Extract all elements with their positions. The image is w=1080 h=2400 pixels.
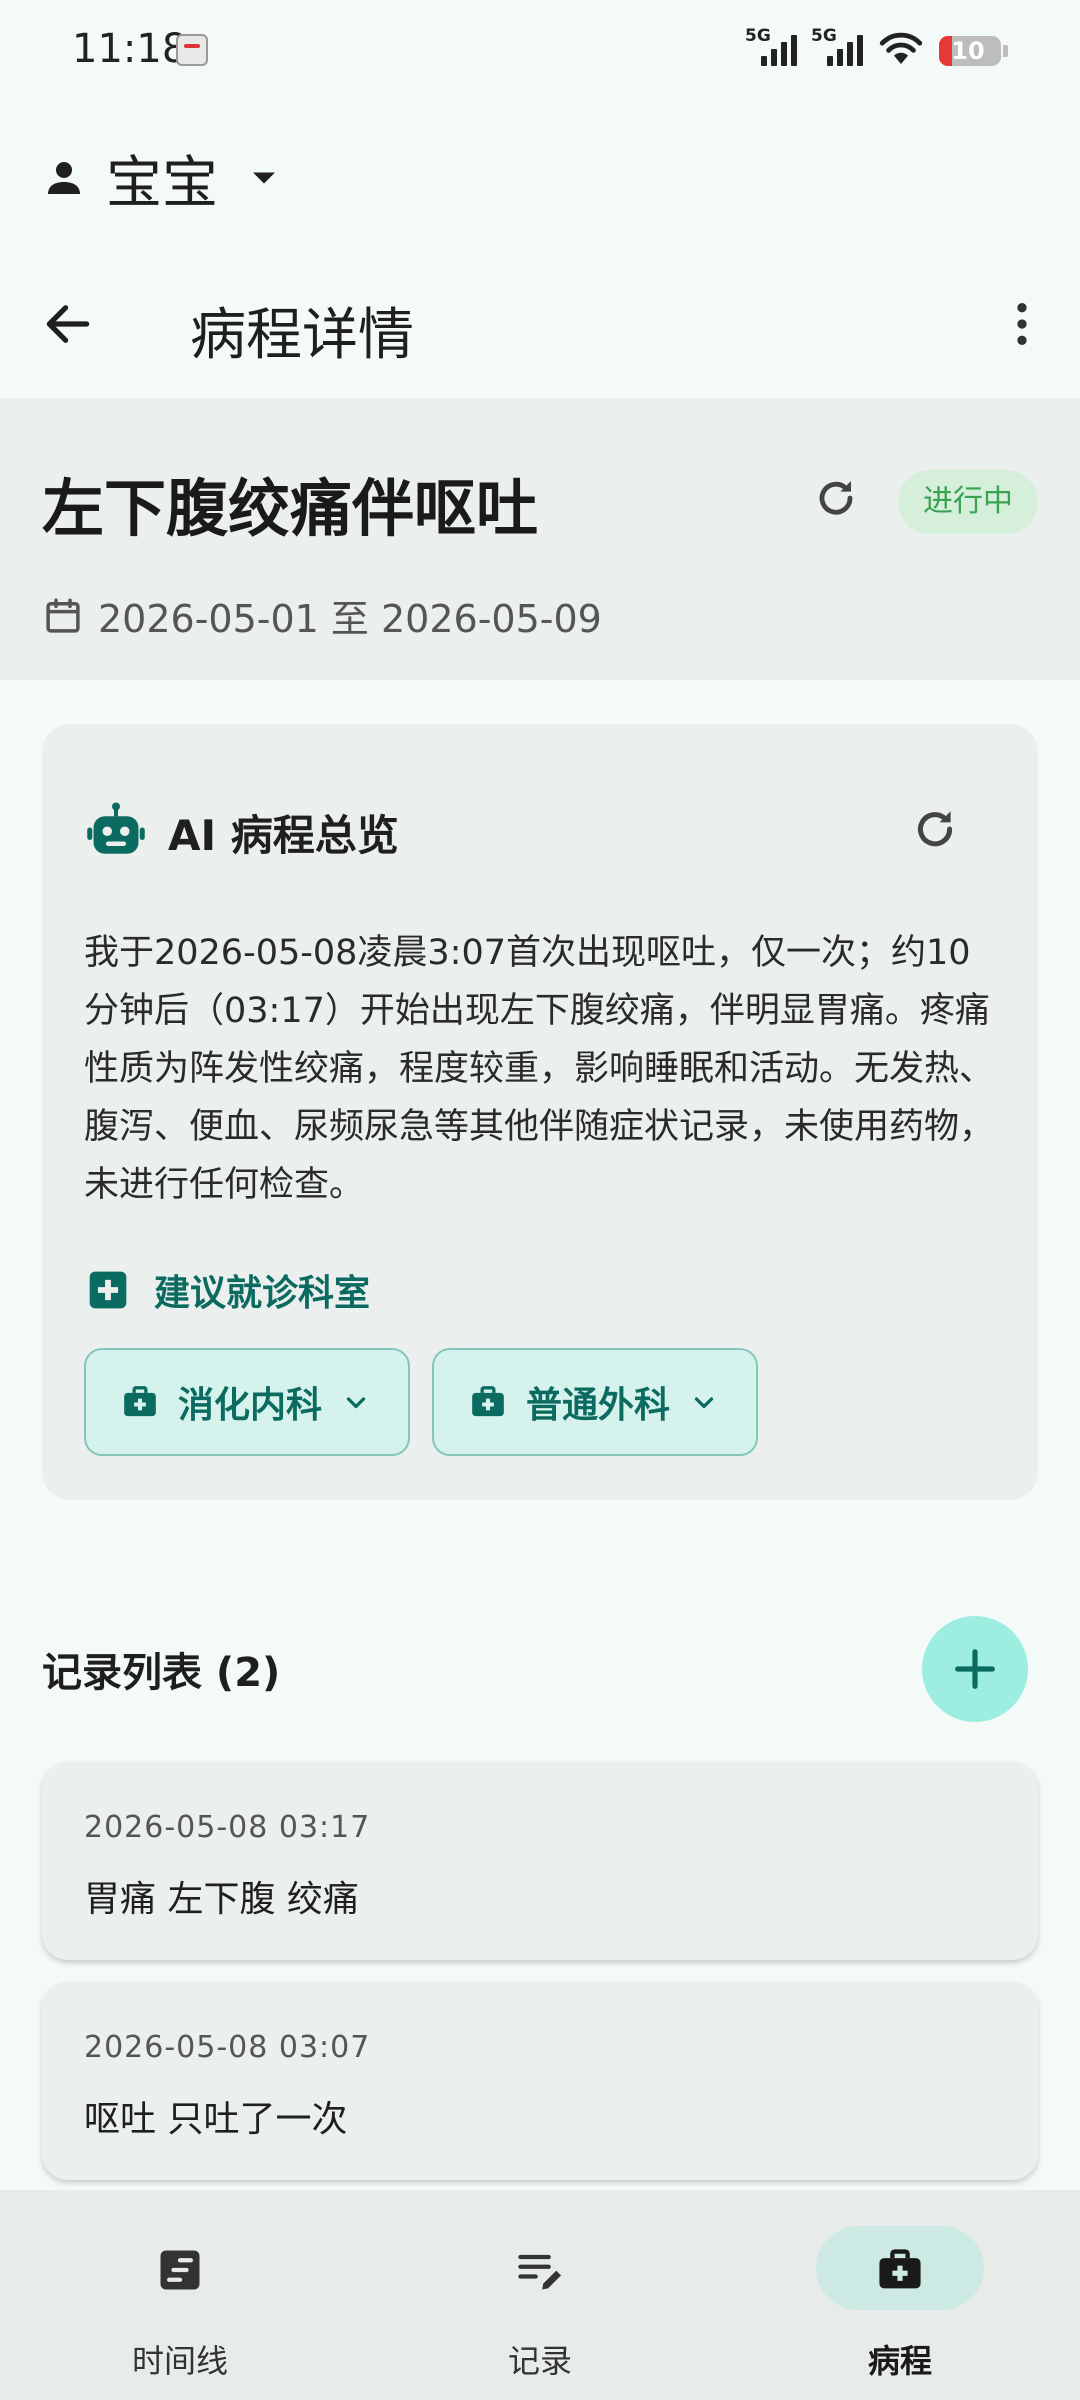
status-icons: 5G 5G 10: [745, 26, 1008, 66]
medical-bag-icon: [472, 1386, 504, 1417]
battery-tip: [1003, 45, 1008, 57]
status-time: 11:18: [72, 26, 188, 72]
robot-icon: [87, 802, 145, 854]
calendar-icon: [46, 598, 80, 633]
nav-item-episodes[interactable]: 病程: [720, 2190, 1080, 2400]
ai-overview-card: AI 病程总览 我于2026-05-08凌晨3:07首次出现呕吐，仅一次；约10…: [42, 724, 1038, 1500]
episode-title: 左下腹绞痛伴呕吐: [42, 472, 539, 545]
medical-bag-icon: [879, 2249, 921, 2289]
department-chip-gastroenterology[interactable]: 消化内科: [84, 1348, 410, 1456]
department-chips: 消化内科 普通外科: [84, 1348, 758, 1456]
nav-item-timeline[interactable]: 时间线: [0, 2190, 360, 2400]
record-card[interactable]: 2026-05-08 03:17 胃痛 左下腹 绞痛: [42, 1762, 1038, 1960]
suggested-departments-heading: 建议就诊科室: [86, 1264, 370, 1316]
refresh-icon[interactable]: [812, 474, 860, 522]
record-card[interactable]: 2026-05-08 03:07 呕吐 只吐了一次: [42, 1982, 1038, 2180]
nav-label: 时间线: [131, 2342, 228, 2380]
episode-header: 左下腹绞痛伴呕吐 进行中 2026-05-01 至 2026-05-09: [0, 398, 1080, 680]
nav-label: 记录: [507, 2342, 572, 2380]
department-label: 消化内科: [178, 1385, 323, 1426]
back-arrow-icon[interactable]: [40, 296, 96, 352]
date-range: 2026-05-01 至 2026-05-09: [42, 588, 602, 643]
ai-overview-title: AI 病程总览: [168, 811, 399, 860]
timeline-icon: [160, 2250, 200, 2290]
status-badge: 进行中: [898, 470, 1038, 534]
edit-note-icon: [518, 2254, 562, 2290]
cellular-signal-icon: 5G: [811, 26, 863, 66]
record-text: 胃痛 左下腹 绞痛: [84, 1879, 359, 1920]
ai-summary-text: 我于2026-05-08凌晨3:07首次出现呕吐，仅一次；约10分钟后（03:1…: [84, 933, 995, 1205]
plus-icon: [955, 1649, 995, 1689]
nav-item-records[interactable]: 记录: [360, 2190, 720, 2400]
profile-selector[interactable]: 宝宝: [40, 138, 286, 218]
app-bar: 病程详情: [0, 272, 1080, 376]
more-vert-icon[interactable]: [994, 296, 1050, 352]
add-record-button[interactable]: [922, 1616, 1028, 1722]
records-list-title: 记录列表 (2): [42, 1650, 281, 1696]
suggested-departments-label: 建议就诊科室: [154, 1273, 371, 1314]
cellular-signal-icon: 5G: [745, 26, 797, 66]
record-text: 呕吐 只吐了一次: [84, 2099, 348, 2140]
page-title: 病程详情: [190, 303, 414, 368]
date-range-text: 2026-05-01 至 2026-05-09: [98, 597, 602, 641]
dropdown-arrow-icon: [253, 172, 275, 184]
battery-level: 10: [951, 37, 985, 65]
bottom-navigation: 时间线 记录 病程: [0, 2190, 1080, 2400]
status-bar: 11:18 5G 5G 10: [0, 0, 1080, 100]
chevron-down-icon: [694, 1397, 714, 1409]
department-label: 普通外科: [526, 1385, 671, 1426]
profile-name: 宝宝: [106, 150, 218, 216]
department-chip-general-surgery[interactable]: 普通外科: [432, 1348, 758, 1456]
record-time: 2026-05-08 03:07: [84, 2030, 371, 2065]
chevron-down-icon: [346, 1397, 366, 1409]
wifi-icon: [879, 32, 923, 64]
medical-bag-icon: [124, 1386, 156, 1417]
notification-icon: [176, 34, 208, 66]
nav-label: 病程: [867, 2342, 932, 2380]
person-icon: [48, 162, 80, 194]
record-time: 2026-05-08 03:17: [84, 1810, 371, 1845]
medical-cross-icon: [89, 1271, 127, 1309]
battery-icon: 10: [939, 36, 1001, 66]
refresh-icon[interactable]: [910, 804, 960, 854]
